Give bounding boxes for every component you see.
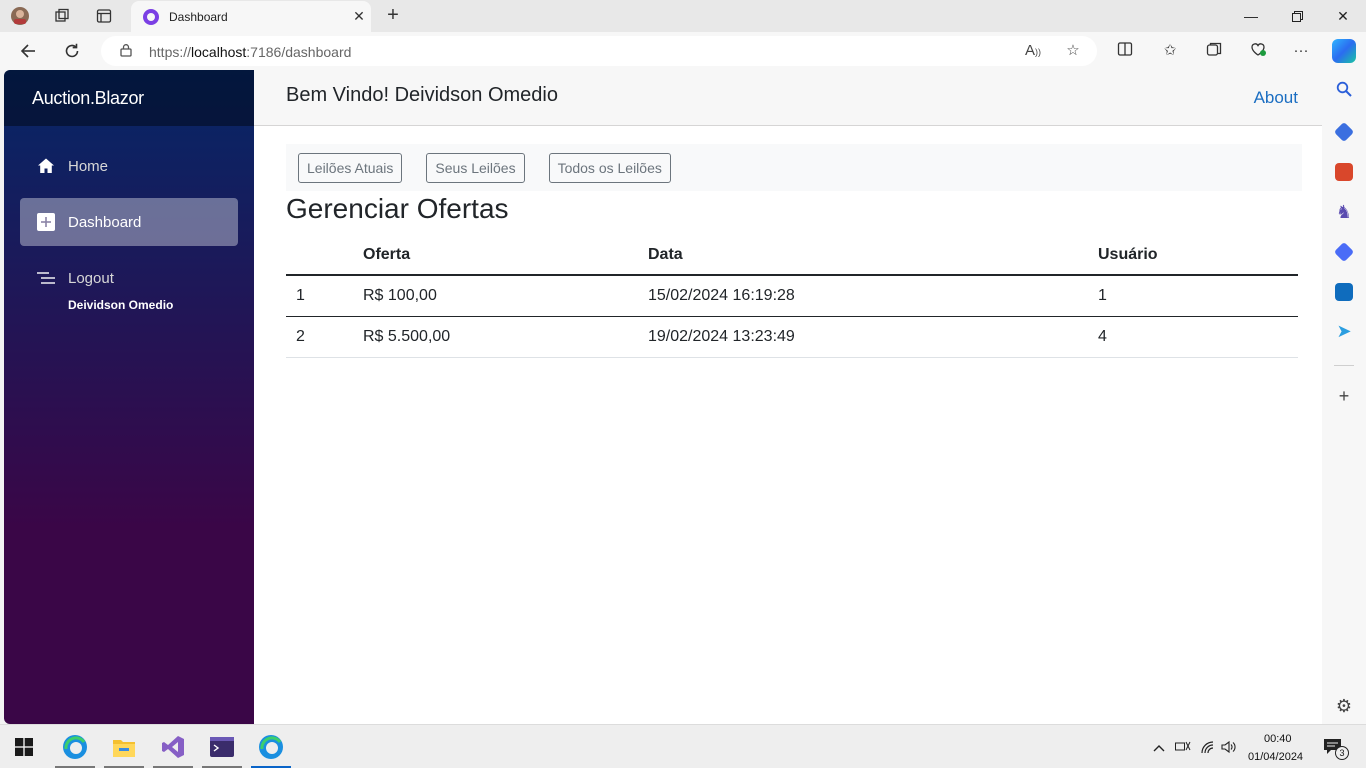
browser-tab-strip: Dashboard ✕ + — ✕ <box>0 0 1366 32</box>
url-host: localhost <box>191 44 247 60</box>
current-auctions-button[interactable]: Leilões Atuais <box>298 152 403 183</box>
settings-gear-icon[interactable]: ⚙ <box>1333 695 1355 717</box>
cell-index: 2 <box>286 316 353 358</box>
address-bar[interactable]: https://localhost:7186/dashboard A)) ☆ <box>101 36 1097 66</box>
nav-item-dashboard[interactable]: Dashboard <box>20 198 238 246</box>
url-path: :7186/dashboard <box>246 44 352 60</box>
about-link[interactable]: About <box>1254 88 1298 108</box>
profile-avatar-icon[interactable] <box>10 6 30 26</box>
nav-item-home[interactable]: Home <box>20 142 238 190</box>
auction-filter-bar: Leilões Atuais Seus Leilões Todos os Lei… <box>286 144 1302 191</box>
nav-item-label: Home <box>68 157 109 175</box>
windows-start-icon[interactable] <box>10 733 38 761</box>
notification-count-badge: 3 <box>1335 746 1349 760</box>
file-explorer-icon[interactable] <box>110 733 138 761</box>
table-row: 1 R$ 100,00 15/02/2024 16:19:28 1 <box>286 275 1298 317</box>
network-icon[interactable] <box>1200 740 1216 756</box>
page-viewport: Auction.Blazor Home Dashboard Logout Dei… <box>4 70 1322 724</box>
page-title: Gerenciar Ofertas <box>286 193 509 224</box>
notifications-icon[interactable]: 3 <box>1323 738 1353 760</box>
restore-icon[interactable] <box>1274 0 1320 32</box>
offers-table: Oferta Data Usuário 1 R$ 100,00 15/02/20… <box>286 235 1298 358</box>
cell-offer: R$ 5.500,00 <box>353 316 638 358</box>
clock-date[interactable]: 01/04/2024 <box>1248 751 1303 763</box>
cell-user: 1 <box>1088 275 1298 317</box>
shopping-tag-icon[interactable] <box>1333 121 1355 143</box>
outlook-icon[interactable] <box>1335 283 1353 301</box>
cell-index: 1 <box>286 275 353 317</box>
close-window-icon[interactable]: ✕ <box>1320 0 1366 32</box>
favorite-star-icon[interactable]: ☆ <box>1064 42 1082 60</box>
close-tab-icon[interactable]: ✕ <box>347 8 371 25</box>
copilot-365-icon[interactable] <box>1333 241 1355 263</box>
workspaces-icon[interactable] <box>52 6 72 26</box>
send-icon[interactable]: ➤ <box>1333 320 1355 342</box>
chevron-up-icon[interactable] <box>1151 740 1167 756</box>
all-auctions-button[interactable]: Todos os Leilões <box>548 152 671 183</box>
main-content: Bem Vindo! Deividson Omedio About Leilõe… <box>254 70 1322 724</box>
browser-tab-dashboard[interactable]: Dashboard ✕ <box>131 1 371 32</box>
cell-date: 15/02/2024 16:19:28 <box>638 275 1088 317</box>
games-icon[interactable]: ♞ <box>1333 201 1355 223</box>
url-scheme: https:// <box>149 44 192 60</box>
url-text[interactable]: https://localhost:7186/dashboard <box>149 44 351 60</box>
browser-essentials-icon[interactable] <box>1248 41 1268 61</box>
favorites-icon[interactable]: ✩ <box>1160 41 1180 61</box>
taskbar: 00:40 01/04/2024 3 <box>0 724 1366 768</box>
nav-item-logout[interactable]: Logout <box>20 254 238 302</box>
cell-user: 4 <box>1088 316 1298 358</box>
cell-date: 19/02/2024 13:23:49 <box>638 316 1088 358</box>
minimize-icon[interactable]: — <box>1228 0 1274 32</box>
edge-sidebar: ♞ ➤ + ⚙ <box>1322 70 1366 724</box>
more-options-icon[interactable]: ··· <box>1291 41 1311 61</box>
volume-icon[interactable] <box>1221 740 1237 756</box>
nav-item-label: Logout <box>68 269 114 287</box>
terminal-icon[interactable] <box>208 733 236 761</box>
home-icon <box>36 156 56 176</box>
sidebar-separator <box>1334 365 1354 366</box>
edge-active-taskbar-icon[interactable] <box>257 733 285 761</box>
keyboard-language-icon[interactable] <box>1174 740 1192 756</box>
visual-studio-icon[interactable] <box>159 733 187 761</box>
edge-taskbar-icon[interactable] <box>61 733 89 761</box>
clock-time[interactable]: 00:40 <box>1264 733 1292 745</box>
content-area: Leilões Atuais Seus Leilões Todos os Lei… <box>254 126 1322 358</box>
column-header-index <box>286 235 353 276</box>
column-header-date: Data <box>638 235 1088 276</box>
back-icon[interactable] <box>17 40 39 62</box>
read-aloud-icon[interactable]: A)) <box>1024 42 1042 60</box>
nav-menu: Home Dashboard Logout Deividson Omedio <box>4 126 254 312</box>
search-icon[interactable] <box>1333 80 1355 102</box>
split-screen-icon[interactable] <box>1115 41 1135 61</box>
menu-lines-icon <box>36 268 56 288</box>
my-auctions-button[interactable]: Seus Leilões <box>426 152 525 183</box>
cell-offer: R$ 100,00 <box>353 275 638 317</box>
browser-toolbar: https://localhost:7186/dashboard A)) ☆ ✩… <box>0 32 1366 70</box>
copilot-icon[interactable] <box>1332 39 1356 63</box>
tab-title: Dashboard <box>169 9 228 24</box>
nav-item-label: Dashboard <box>68 213 142 231</box>
tools-icon[interactable] <box>1335 163 1353 181</box>
collections-icon[interactable] <box>1204 41 1224 61</box>
table-row: 2 R$ 5.500,00 19/02/2024 13:23:49 4 <box>286 316 1298 358</box>
welcome-text: Bem Vindo! Deividson Omedio <box>286 84 558 106</box>
top-row: Bem Vindo! Deividson Omedio About <box>254 70 1322 126</box>
tab-actions-icon[interactable] <box>94 6 114 26</box>
column-header-user: Usuário <box>1088 235 1298 276</box>
brand-bar: Auction.Blazor <box>4 70 254 126</box>
brand-link[interactable]: Auction.Blazor <box>32 88 144 109</box>
new-tab-icon[interactable]: + <box>382 4 404 26</box>
blazor-favicon-icon <box>143 8 159 25</box>
add-sidebar-app-icon[interactable]: + <box>1333 385 1355 407</box>
column-header-offer: Oferta <box>353 235 638 276</box>
sidebar: Auction.Blazor Home Dashboard Logout Dei… <box>4 70 254 724</box>
refresh-icon[interactable] <box>61 40 83 62</box>
table-header-row: Oferta Data Usuário <box>286 235 1298 276</box>
lock-icon[interactable] <box>119 43 133 57</box>
plus-square-icon <box>36 212 56 232</box>
